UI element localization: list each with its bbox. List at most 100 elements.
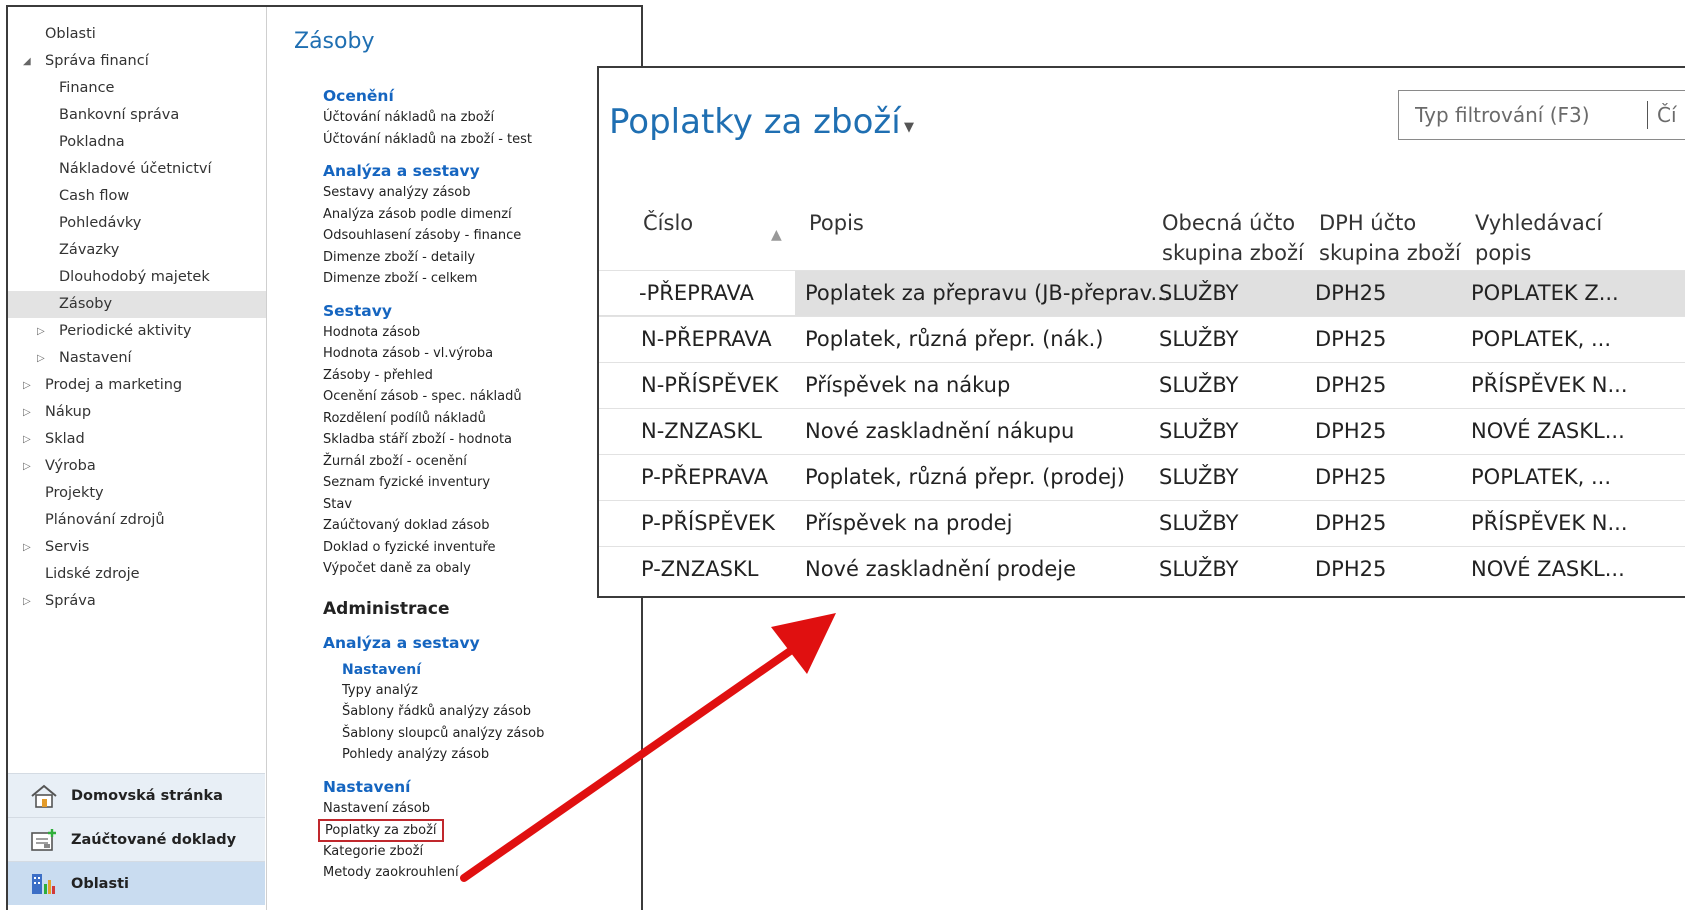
tree-item[interactable]: ▷ Servis — [8, 534, 266, 561]
tree-item[interactable]: Finance — [8, 75, 266, 102]
tree-item[interactable]: Oblasti — [8, 21, 266, 48]
home-icon — [31, 784, 57, 808]
column-header-description[interactable]: Popis — [809, 208, 864, 238]
tree-item[interactable]: ▷ Správa — [8, 588, 266, 615]
expand-arrow-icon[interactable]: ▷ — [23, 534, 31, 561]
table-row[interactable]: N-ZNZASKL Nové zaskladnění nákupu SLUŽBY DP… — [599, 408, 1685, 454]
cell-number: P-PŘÍSPĚVEK — [641, 511, 775, 535]
nav-button-departments[interactable]: Oblasti — [8, 861, 265, 905]
tree-item-label: Pokladna — [59, 134, 125, 150]
collapse-arrow-icon[interactable]: ◢ — [23, 48, 31, 75]
table-row[interactable]: N-PŘEPRAVA Poplatek, různá přepr. (nák.) S… — [599, 316, 1685, 362]
filter-input[interactable] — [1399, 91, 1644, 139]
table-row[interactable]: P-PŘÍSPĚVEK Příspěvek na prodej SLUŽBY DPH2… — [599, 500, 1685, 546]
cell-search-description: POPLATEK Z... — [1471, 281, 1619, 305]
tree-item[interactable]: ▷ Sklad — [8, 426, 266, 453]
highlight-box[interactable]: Poplatky za zboží — [318, 819, 444, 842]
link-item[interactable]: Kategorie zboží — [323, 841, 653, 863]
grid-rows: -PŘEPRAVA Poplatek za přepravu (JB-přepra… — [599, 270, 1685, 592]
tree-item-label: Závazky — [59, 242, 120, 258]
cell-vat-posting-group: DPH25 — [1315, 511, 1387, 535]
department-title: Zásoby — [294, 29, 375, 54]
tree-item-label: Nákup — [45, 404, 92, 420]
navigation-window: Oblasti ◢ Správa financí Finance Bankovní sp… — [6, 5, 643, 910]
tree-item[interactable]: ▷ Periodické aktivity — [8, 318, 266, 345]
tree-item-label: Dlouhodobý majetek — [59, 269, 210, 285]
cell-description: Nové zaskladnění nákupu — [805, 419, 1075, 443]
tree-item-label: Periodické aktivity — [59, 323, 192, 339]
nav-button-label: Domovská stránka — [71, 788, 223, 804]
expand-arrow-icon[interactable]: ▷ — [23, 453, 31, 480]
tree-item[interactable]: Nákladové účetnictví — [8, 156, 266, 183]
cell-vat-posting-group: DPH25 — [1315, 373, 1387, 397]
cell-description: Poplatek za přepravu (JB-přeprav... — [805, 281, 1171, 305]
cell-description: Poplatek, různá přepr. (prodej) — [805, 465, 1125, 489]
expand-arrow-icon[interactable]: ▷ — [37, 318, 45, 345]
expand-arrow-icon[interactable]: ▷ — [23, 399, 31, 426]
cell-description: Příspěvek na nákup — [805, 373, 1011, 397]
tree-item[interactable]: ▷ Nákup — [8, 399, 266, 426]
link-item[interactable]: Pohledy analýzy zásob — [323, 744, 653, 766]
tree-item[interactable]: Pokladna — [8, 129, 266, 156]
link-item[interactable]: Šablony sloupců analýzy zásob — [323, 723, 653, 745]
nav-button-posted-documents[interactable]: Zaúčtované doklady — [8, 817, 265, 861]
tree-item[interactable]: Závazky — [8, 237, 266, 264]
expand-arrow-icon[interactable]: ▷ — [37, 345, 45, 372]
table-row[interactable]: -PŘEPRAVA Poplatek za přepravu (JB-přepra… — [599, 270, 1685, 316]
subgroup-heading: Nastavení — [342, 661, 422, 678]
expand-arrow-icon[interactable]: ▷ — [23, 372, 31, 399]
cell-gen-posting-group: SLUŽBY — [1159, 419, 1239, 443]
departments-icon — [32, 874, 55, 894]
tree-item[interactable]: Zásoby — [8, 291, 266, 318]
cell-search-description: PŘÍSPĚVEK N... — [1471, 373, 1628, 397]
column-header-search-description[interactable]: Vyhledávací popis — [1475, 208, 1602, 268]
tree-item-label: Správa — [45, 593, 96, 609]
tree-item[interactable]: Lidské zdroje — [8, 561, 266, 588]
expand-arrow-icon[interactable]: ▷ — [23, 426, 31, 453]
tree-item[interactable]: Dlouhodobý majetek — [8, 264, 266, 291]
cell-vat-posting-group: DPH25 — [1315, 281, 1387, 305]
tree-item[interactable]: ▷ Výroba — [8, 453, 266, 480]
tree-item[interactable]: ▷ Prodej a marketing — [8, 372, 266, 399]
table-row[interactable]: P-PŘEPRAVA Poplatek, různá přepr. (prodej… — [599, 454, 1685, 500]
tree-item[interactable]: ◢ Správa financí — [8, 48, 266, 75]
tree-item[interactable]: Bankovní správa — [8, 102, 266, 129]
filter-field-selector[interactable]: Čí — [1657, 101, 1677, 129]
cell-search-description: POPLATEK, ... — [1471, 327, 1612, 351]
link-item[interactable]: Metody zaokrouhlení — [323, 862, 653, 884]
expand-arrow-icon[interactable]: ▷ — [23, 588, 31, 615]
cell-number: N-PŘEPRAVA — [641, 327, 772, 351]
tree-item-label: Pohledávky — [59, 215, 142, 231]
tree-item[interactable]: Pohledávky — [8, 210, 266, 237]
column-header-gen-posting-group[interactable]: Obecná účto skupina zboží — [1162, 208, 1304, 268]
nav-button-home[interactable]: Domovská stránka — [8, 773, 265, 817]
navigation-pane: Oblasti ◢ Správa financí Finance Bankovní sp… — [8, 7, 267, 910]
navigation-tree: Oblasti ◢ Správa financí Finance Bankovní sp… — [8, 21, 266, 615]
column-header-no[interactable]: Číslo — [643, 208, 693, 238]
link-item[interactable]: Typy analýz — [323, 680, 653, 702]
tree-item-label: Plánování zdrojů — [45, 512, 165, 528]
link-item-charges-highlighted[interactable]: Poplatky za zboží — [318, 819, 653, 842]
column-header-vat-posting-group[interactable]: DPH účto skupina zboží — [1319, 208, 1461, 268]
tree-item[interactable]: Plánování zdrojů — [8, 507, 266, 534]
cell-gen-posting-group: SLUŽBY — [1159, 465, 1239, 489]
chevron-down-icon[interactable]: ▼ — [904, 120, 914, 135]
nav-button-label: Zaúčtované doklady — [71, 832, 237, 848]
table-row[interactable]: P-ZNZASKL Nové zaskladnění prodeje SLUŽBY D… — [599, 546, 1685, 592]
cell-search-description: POPLATEK, ... — [1471, 465, 1612, 489]
tree-item[interactable]: ▷ Nastavení — [8, 345, 266, 372]
link-item[interactable]: Nastavení zásob — [323, 798, 653, 820]
cell-number: N-PŘÍSPĚVEK — [641, 373, 779, 397]
cell-search-description: NOVÉ ZASKL... — [1471, 419, 1625, 443]
list-window: Poplatky za zboží ▼ Čí Číslo ▲ Popis Obe… — [597, 66, 1685, 598]
tree-item[interactable]: Projekty — [8, 480, 266, 507]
table-row[interactable]: N-PŘÍSPĚVEK Příspěvek na nákup SLUŽBY DPH25… — [599, 362, 1685, 408]
grid-header: Číslo ▲ Popis Obecná účto skupina zboží … — [599, 198, 1685, 270]
tree-item[interactable]: Cash flow — [8, 183, 266, 210]
tree-item-label: Výroba — [45, 458, 96, 474]
cell-search-description: NOVÉ ZASKL... — [1471, 557, 1625, 581]
link-item[interactable]: Šablony řádků analýzy zásob — [323, 701, 653, 723]
tree-item-label: Projekty — [45, 485, 104, 501]
tree-item-label: Nastavení — [59, 350, 132, 366]
tree-item-label: Správa financí — [45, 53, 149, 69]
